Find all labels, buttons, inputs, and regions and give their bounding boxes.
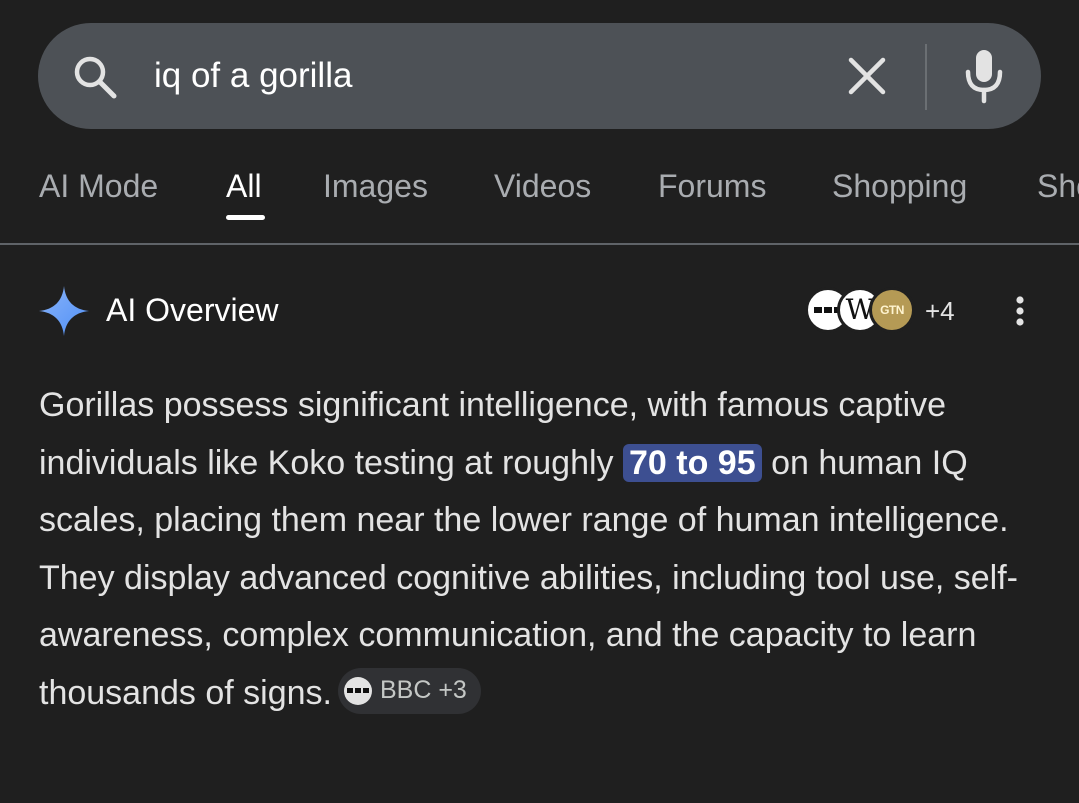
more-sources-count[interactable]: +4 <box>925 294 955 328</box>
tab-short-videos[interactable]: Sho <box>1037 160 1079 212</box>
search-results-page: iq of a gorilla AI Mode All Images Video… <box>0 0 1079 803</box>
search-bar-divider <box>925 44 927 110</box>
tab-all[interactable]: All <box>226 160 262 212</box>
gtn-logo-icon: GTN <box>880 303 904 317</box>
tab-forums[interactable]: Forums <box>658 160 766 212</box>
clear-icon[interactable] <box>842 51 892 101</box>
ai-overview-text: Gorillas possess significant intelligenc… <box>39 377 1059 722</box>
tab-images[interactable]: Images <box>323 160 428 212</box>
bbc-logo-icon <box>343 676 372 705</box>
search-input[interactable]: iq of a gorilla <box>154 52 352 100</box>
tabs-divider <box>0 243 1079 245</box>
tab-ai-mode[interactable]: AI Mode <box>39 160 158 212</box>
sparkle-icon <box>39 286 89 336</box>
search-icon[interactable] <box>72 54 118 100</box>
active-tab-indicator <box>226 215 265 220</box>
highlighted-iq-range: 70 to 95 <box>623 443 762 482</box>
source-avatar-gtn[interactable]: GTN <box>869 287 915 333</box>
overview-text-end: on human IQ scales, placing them near th… <box>39 443 1018 712</box>
citation-chip[interactable]: BBC +3 <box>337 667 481 714</box>
more-options-icon[interactable] <box>1005 294 1035 330</box>
citation-label: BBC +3 <box>379 675 467 704</box>
search-tabs: AI Mode All Images Videos Forums Shoppin… <box>0 160 1079 220</box>
ai-overview-title: AI Overview <box>106 292 279 328</box>
tab-shopping[interactable]: Shopping <box>832 160 967 212</box>
microphone-icon[interactable] <box>958 48 1010 104</box>
tab-videos[interactable]: Videos <box>494 160 591 212</box>
